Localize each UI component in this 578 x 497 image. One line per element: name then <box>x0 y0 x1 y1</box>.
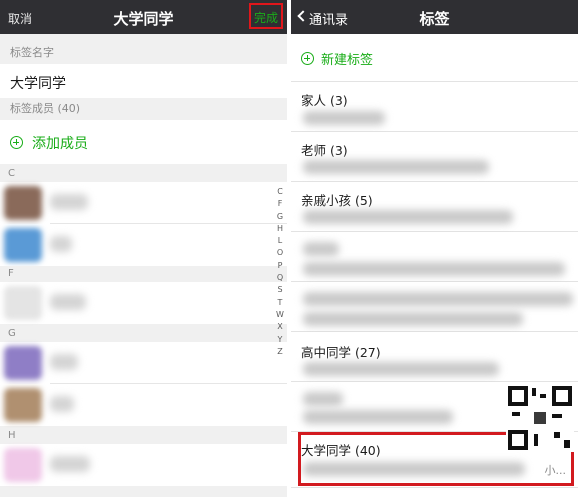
index-letter[interactable]: W <box>274 309 286 321</box>
blurred-tag-name <box>303 392 343 406</box>
index-letter[interactable]: T <box>274 297 286 309</box>
avatar <box>4 228 42 262</box>
qr-logo <box>532 410 548 426</box>
index-letter[interactable]: G <box>274 211 286 223</box>
nav-bar: 通讯录 标签 <box>291 0 578 34</box>
index-letter[interactable]: Y <box>274 334 286 346</box>
list-item[interactable] <box>0 282 287 324</box>
page-title: 大学同学 <box>113 10 174 28</box>
blurred-members <box>303 160 489 174</box>
avatar <box>4 286 42 320</box>
tag-item-relatives[interactable]: 亲戚小孩 (5) <box>291 182 578 232</box>
index-letter[interactable]: L <box>274 235 286 247</box>
blurred-members <box>303 111 385 125</box>
add-circle-icon <box>301 52 314 65</box>
add-member-label: 添加成员 <box>32 136 88 152</box>
new-tag-button[interactable]: 新建标签 <box>291 34 578 82</box>
members-header: 标签成员 (40) <box>0 98 287 120</box>
blurred-members <box>303 312 523 326</box>
blurred-tag-name <box>303 242 339 256</box>
tag-name-header: 标签名字 <box>0 42 287 64</box>
tag-item-high-school[interactable]: 高中同学 (27) <box>291 332 578 382</box>
tag-name-field[interactable]: 大学同学 <box>0 64 287 98</box>
index-letter[interactable]: Z <box>274 346 286 358</box>
alphabet-index[interactable]: C F G H L O P Q S T W X Y Z <box>274 186 286 358</box>
list-item[interactable] <box>0 182 287 224</box>
add-member-button[interactable]: 添加成员 <box>0 120 287 164</box>
page-title: 标签 <box>419 10 450 28</box>
avatar <box>4 388 42 422</box>
tag-title: 亲戚小孩 (5) <box>301 193 373 208</box>
tag-item[interactable] <box>291 232 578 282</box>
blurred-members <box>303 210 513 224</box>
blurred-name <box>50 294 86 310</box>
index-letter[interactable]: F <box>274 198 286 210</box>
blurred-members <box>303 410 453 424</box>
tag-title: 老师 (3) <box>301 143 348 158</box>
avatar <box>4 346 42 380</box>
index-letter[interactable]: P <box>274 260 286 272</box>
blurred-tag-name <box>303 292 573 306</box>
new-tag-label: 新建标签 <box>321 53 374 68</box>
blurred-name <box>50 354 78 370</box>
blurred-name <box>50 396 74 412</box>
tag-edit-panel: 取消 大学同学 完成 标签名字 大学同学 标签成员 (40) 添加成员 C F … <box>0 0 287 497</box>
avatar <box>4 186 42 220</box>
tags-list-panel: 通讯录 标签 新建标签 家人 (3) 老师 (3) 亲戚小孩 (5) 高中同学 … <box>291 0 578 497</box>
blurred-name <box>50 194 88 210</box>
tag-title: 高中同学 (27) <box>301 345 381 360</box>
tag-item-family[interactable]: 家人 (3) <box>291 82 578 132</box>
tag-item-teachers[interactable]: 老师 (3) <box>291 132 578 182</box>
index-letter[interactable]: X <box>274 321 286 333</box>
section-header-g: G <box>0 326 287 342</box>
done-button[interactable]: 完成 <box>251 9 281 26</box>
nav-bar: 取消 大学同学 完成 <box>0 0 287 34</box>
blurred-members <box>303 362 499 376</box>
index-letter[interactable]: Q <box>274 272 286 284</box>
tag-name-value[interactable]: 大学同学 <box>10 73 66 93</box>
add-circle-icon <box>10 136 23 149</box>
list-item[interactable] <box>0 444 287 486</box>
list-item[interactable] <box>0 342 287 384</box>
section-header-h: H <box>0 428 287 444</box>
done-button-highlight[interactable]: 完成 <box>249 3 283 29</box>
blurred-members <box>303 262 565 276</box>
index-letter[interactable]: H <box>274 223 286 235</box>
tag-title: 家人 (3) <box>301 93 348 108</box>
list-item[interactable] <box>0 384 287 426</box>
section-header-f: F <box>0 266 287 282</box>
avatar <box>4 448 42 482</box>
list-item[interactable] <box>0 224 287 266</box>
tag-item[interactable] <box>291 282 578 332</box>
index-letter[interactable]: S <box>274 284 286 296</box>
blurred-name <box>50 236 72 252</box>
blurred-name <box>50 456 90 472</box>
section-header-c: C <box>0 166 287 182</box>
index-letter[interactable]: C <box>274 186 286 198</box>
index-letter[interactable]: O <box>274 247 286 259</box>
qr-code-icon <box>506 384 574 452</box>
